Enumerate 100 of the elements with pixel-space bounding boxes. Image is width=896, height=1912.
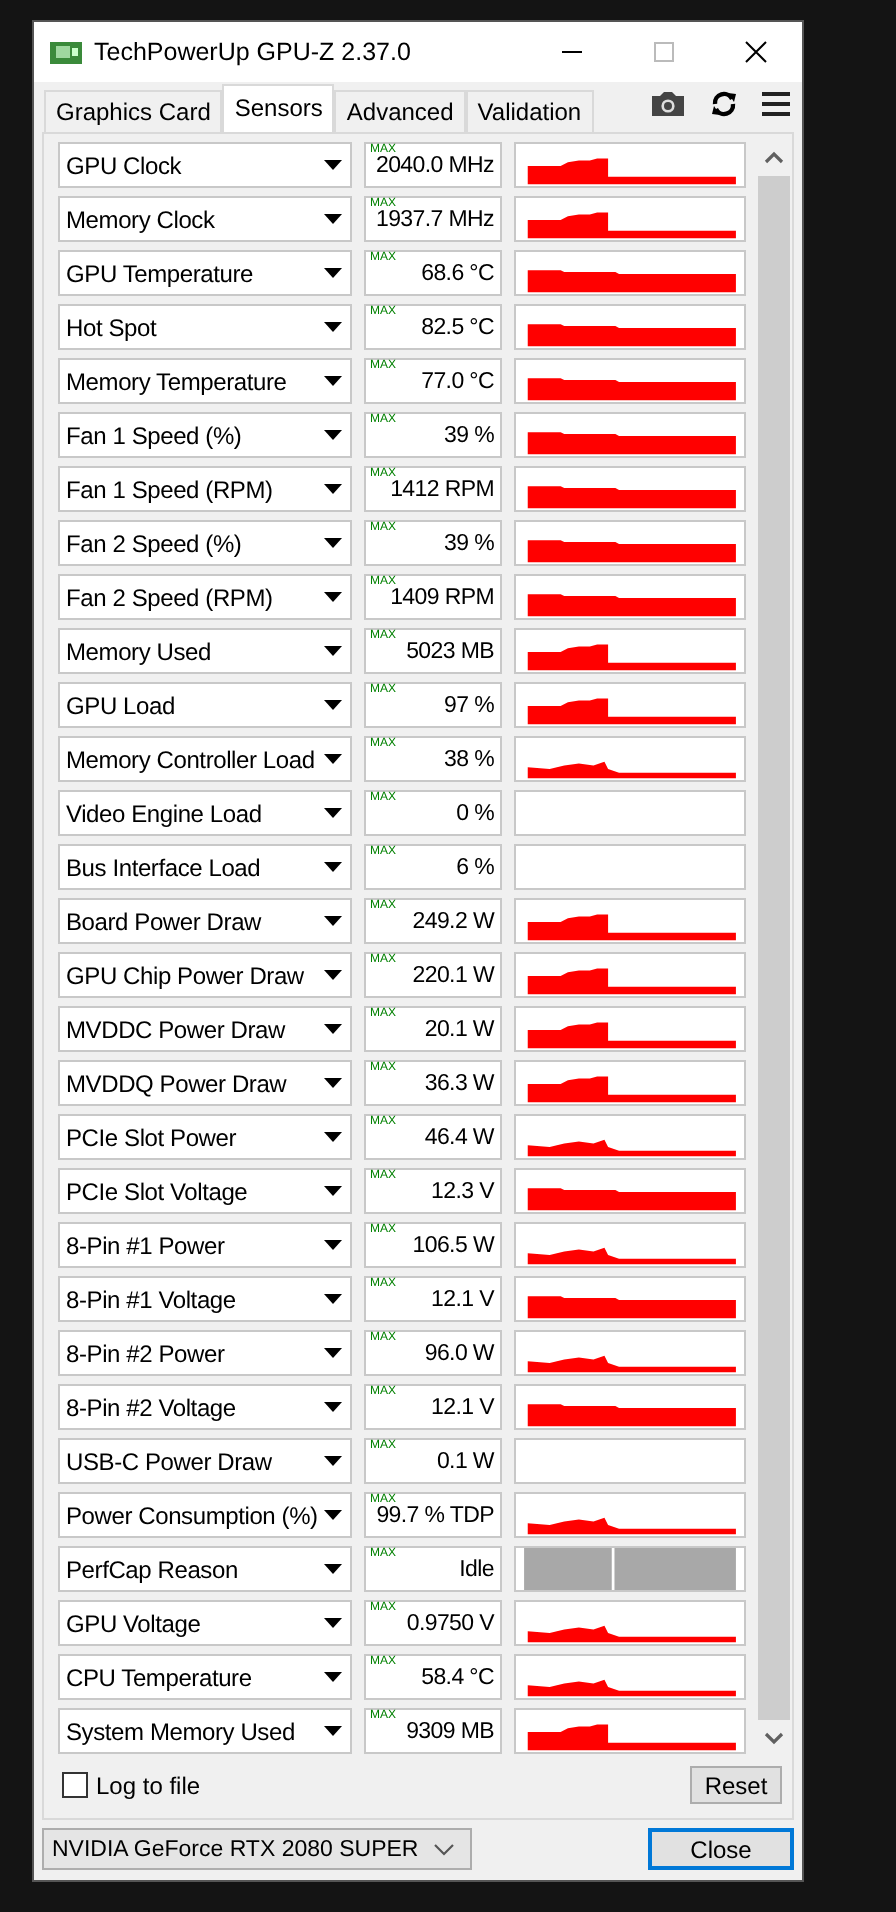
caret-icon <box>324 160 342 170</box>
sensor-value: 1937.7 MHz <box>375 207 494 231</box>
sensor-value: 38 % <box>443 747 494 771</box>
camera-icon[interactable] <box>650 89 686 117</box>
sensor-dropdown[interactable]: PCIe Slot Voltage <box>58 1168 352 1214</box>
caret-icon <box>324 700 342 710</box>
sensor-value: 0.9750 V <box>406 1611 494 1635</box>
sensor-dropdown[interactable]: PerfCap Reason <box>58 1546 352 1592</box>
sensor-dropdown[interactable]: 8-Pin #2 Voltage <box>58 1384 352 1430</box>
caret-icon <box>324 970 342 980</box>
refresh-icon[interactable] <box>710 89 738 117</box>
sensor-value: 249.2 W <box>412 909 494 933</box>
caret-icon <box>324 1618 342 1628</box>
caret-icon <box>324 376 342 386</box>
sensor-value: 12.1 V <box>431 1287 494 1311</box>
reset-button[interactable]: Reset <box>690 1766 782 1804</box>
sensor-value: 1409 RPM <box>390 585 494 609</box>
caret-icon <box>324 862 342 872</box>
sensor-value: 0.1 W <box>436 1449 494 1473</box>
log-to-file-checkbox[interactable]: Log to file <box>62 1771 201 1799</box>
sensor-dropdown[interactable]: System Memory Used <box>58 1708 352 1754</box>
sensor-dropdown[interactable]: Memory Used <box>58 628 352 674</box>
sensor-dropdown[interactable]: Fan 1 Speed (RPM) <box>58 466 352 512</box>
caret-icon <box>324 1456 342 1466</box>
sensor-dropdown[interactable]: USB-C Power Draw <box>58 1438 352 1484</box>
sensor-dropdown[interactable]: 8-Pin #1 Power <box>58 1222 352 1268</box>
sensor-dropdown[interactable]: Memory Temperature <box>58 358 352 404</box>
caret-icon <box>324 1402 342 1412</box>
sensor-dropdown[interactable]: Video Engine Load <box>58 790 352 836</box>
sensor-dropdown[interactable]: GPU Voltage <box>58 1600 352 1646</box>
window-title: TechPowerUp GPU-Z 2.37.0 <box>94 38 413 66</box>
sensor-value: 58.4 °C <box>421 1665 494 1689</box>
sensor-value: 220.1 W <box>412 963 494 987</box>
sensor-dropdown[interactable]: 8-Pin #1 Voltage <box>58 1276 352 1322</box>
sensor-value: 39 % <box>443 423 494 447</box>
sensor-dropdown[interactable]: PCIe Slot Power <box>58 1114 352 1160</box>
sensor-value: 39 % <box>443 531 494 555</box>
caret-icon <box>324 1726 342 1736</box>
caret-icon <box>324 754 342 764</box>
caret-icon <box>324 430 342 440</box>
sensor-value: Idle <box>459 1557 494 1581</box>
sensor-value: 1412 RPM <box>390 477 494 501</box>
caret-icon <box>324 1510 342 1520</box>
sensor-value: 0 % <box>456 801 494 825</box>
caret-icon <box>324 1024 342 1034</box>
sensor-dropdown[interactable]: Hot Spot <box>58 304 352 350</box>
sensor-value: 96.0 W <box>424 1341 494 1365</box>
sensor-dropdown[interactable]: Memory Controller Load <box>58 736 352 782</box>
tab[interactable]: Advanced <box>334 90 466 132</box>
sensor-value: 77.0 °C <box>421 369 494 393</box>
sensor-dropdown[interactable]: Memory Clock <box>58 196 352 242</box>
sensor-value: 82.5 °C <box>421 315 494 339</box>
sensor-dropdown[interactable]: Board Power Draw <box>58 898 352 944</box>
sensor-dropdown[interactable]: Fan 2 Speed (RPM) <box>58 574 352 620</box>
caret-icon <box>324 538 342 548</box>
caret-icon <box>324 592 342 602</box>
sensor-value: 2040.0 MHz <box>375 153 494 177</box>
tab[interactable]: Graphics Card <box>44 90 223 132</box>
sensor-value: 36.3 W <box>424 1071 494 1095</box>
caret-icon <box>324 214 342 224</box>
caret-icon <box>324 1132 342 1142</box>
caret-icon <box>324 1240 342 1250</box>
sensor-dropdown[interactable]: Fan 1 Speed (%) <box>58 412 352 458</box>
chevron-icon <box>434 1843 454 1855</box>
caret-icon <box>324 646 342 656</box>
sensor-value: 68.6 °C <box>421 261 494 285</box>
device-dropdown[interactable]: NVIDIA GeForce RTX 2080 SUPER <box>42 1828 472 1870</box>
graphics-card-icon <box>50 38 82 66</box>
sensor-dropdown[interactable]: Fan 2 Speed (%) <box>58 520 352 566</box>
caret-icon <box>324 322 342 332</box>
sensor-value: 97 % <box>443 693 494 717</box>
sensor-value: 9309 MB <box>406 1719 494 1743</box>
sensor-dropdown[interactable]: MVDDQ Power Draw <box>58 1060 352 1106</box>
sensor-dropdown[interactable]: GPU Temperature <box>58 250 352 296</box>
sensor-value: 6 % <box>456 855 494 879</box>
sensor-dropdown[interactable]: 8-Pin #2 Power <box>58 1330 352 1376</box>
sensor-dropdown[interactable]: GPU Chip Power Draw <box>58 952 352 998</box>
close-button[interactable]: Close <box>648 1828 794 1870</box>
caret-icon <box>324 1348 342 1358</box>
sensor-dropdown[interactable]: GPU Load <box>58 682 352 728</box>
sensor-value: 5023 MB <box>406 639 494 663</box>
sensor-value: 106.5 W <box>412 1233 494 1257</box>
caret-icon <box>324 1294 342 1304</box>
sensor-dropdown[interactable]: MVDDC Power Draw <box>58 1006 352 1052</box>
caret-icon <box>324 484 342 494</box>
sensor-dropdown[interactable]: Bus Interface Load <box>58 844 352 890</box>
caret-icon <box>324 1186 342 1196</box>
tab[interactable]: Validation <box>465 90 594 132</box>
sensor-value: 99.7 % TDP <box>376 1503 494 1527</box>
caret-icon <box>324 1564 342 1574</box>
menu-icon[interactable] <box>762 91 790 115</box>
sensor-value: 12.3 V <box>431 1179 494 1203</box>
sensor-dropdown[interactable]: CPU Temperature <box>58 1654 352 1700</box>
sensor-value: 46.4 W <box>424 1125 494 1149</box>
sensor-dropdown[interactable]: Power Consumption (%) <box>58 1492 352 1538</box>
caret-icon <box>324 916 342 926</box>
sensor-value: 20.1 W <box>424 1017 494 1041</box>
tab[interactable]: Sensors <box>222 84 335 132</box>
sensor-dropdown[interactable]: GPU Clock <box>58 142 352 188</box>
caret-icon <box>324 808 342 818</box>
